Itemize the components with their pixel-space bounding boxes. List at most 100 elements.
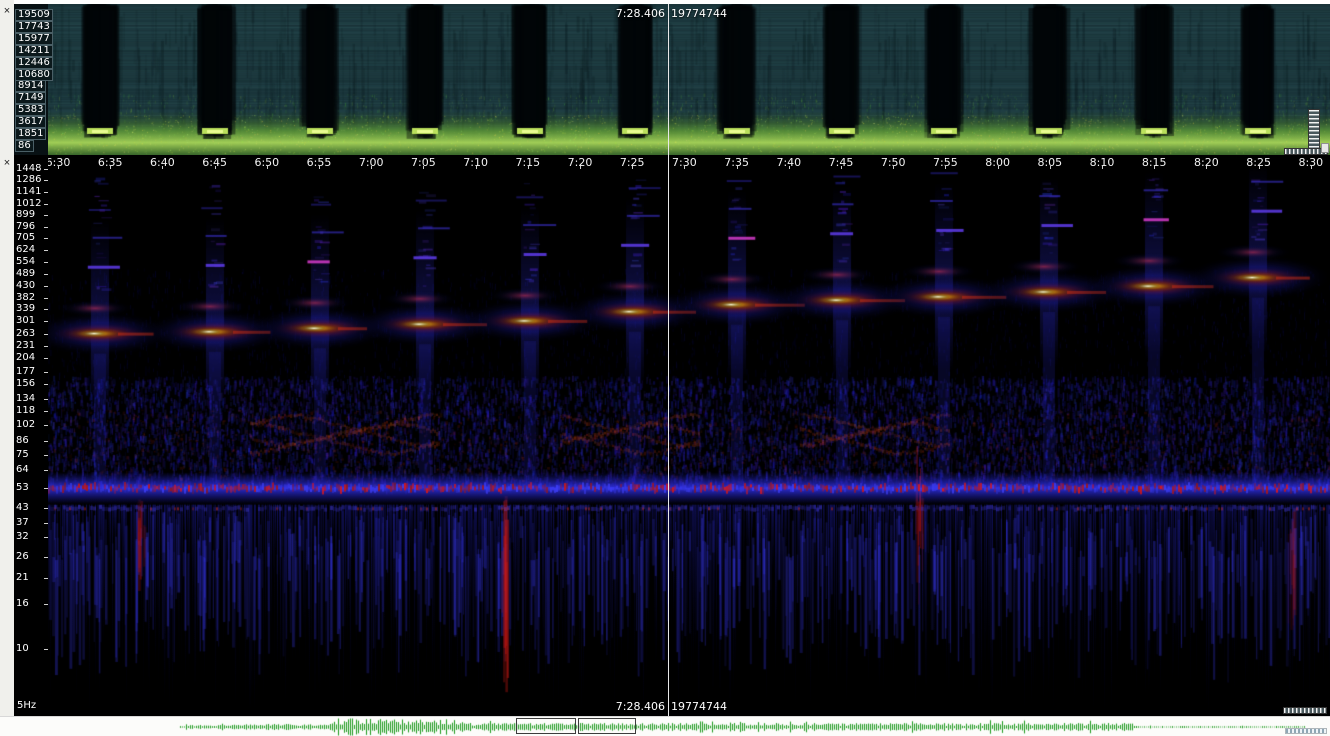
- frequency-tick-label: 705: [16, 233, 35, 243]
- frequency-scale-main: 1448128611411012899796705624554489430382…: [14, 155, 48, 716]
- time-tick: [632, 166, 633, 169]
- frequency-tick-label: 86: [15, 140, 34, 152]
- frequency-tick-label: 7149: [15, 92, 46, 104]
- time-tick: [162, 166, 163, 169]
- frequency-tick-label: 796: [16, 222, 35, 232]
- frequency-tick: [44, 523, 48, 524]
- frequency-tick-label: 26: [16, 552, 29, 562]
- frequency-tick-label: 156: [16, 379, 35, 389]
- overview-resize-grip[interactable]: [1285, 728, 1327, 734]
- frequency-tick: [44, 274, 48, 275]
- frequency-tick-label: 8914: [15, 80, 46, 92]
- time-tick: [998, 166, 999, 169]
- vertical-zoom-thumbwheel[interactable]: [1308, 109, 1320, 151]
- frequency-tick-label: 86: [16, 436, 29, 446]
- time-tick: [371, 166, 372, 169]
- time-tick: [423, 166, 424, 169]
- frequency-tick: [44, 455, 48, 456]
- frequency-tick: [44, 488, 48, 489]
- time-tick: [945, 166, 946, 169]
- frequency-tick-label: 1286: [16, 175, 41, 185]
- frequency-tick-label: 1851: [15, 128, 46, 140]
- spectrogram-pane-main: 6:306:356:406:456:506:557:007:057:107:15…: [14, 155, 1330, 716]
- pane-corner-button[interactable]: [1321, 143, 1329, 153]
- frequency-tick: [44, 238, 48, 239]
- frequency-tick-label: 554: [16, 257, 35, 267]
- frequency-tick: [44, 334, 48, 335]
- frequency-tick-label: 118: [16, 406, 35, 416]
- close-top-pane-button[interactable]: ×: [1, 5, 13, 17]
- playback-cursor-line-main: [668, 155, 669, 716]
- time-tick: [684, 166, 685, 169]
- time-tick: [58, 166, 59, 169]
- spectrogram-pane-top: 1950917743159771421112446106808914714953…: [14, 4, 1330, 155]
- overview-selection-box[interactable]: [578, 718, 636, 734]
- time-tick: [789, 166, 790, 169]
- time-tick: [893, 166, 894, 169]
- time-tick: [1311, 166, 1312, 169]
- frequency-tick: [44, 204, 48, 205]
- frequency-tick-label: 32: [16, 532, 29, 542]
- frequency-tick: [44, 399, 48, 400]
- frequency-tick: [44, 508, 48, 509]
- frequency-tick: [44, 441, 48, 442]
- frequency-tick: [44, 411, 48, 412]
- frequency-tick-label: 53: [16, 483, 29, 493]
- horizontal-zoom-thumbwheel-main[interactable]: [1283, 707, 1327, 714]
- frequency-tick-label: 19509: [15, 9, 53, 21]
- spectrogram-canvas-top[interactable]: [48, 4, 1330, 155]
- frequency-tick-label: 301: [16, 316, 35, 326]
- frequency-tick: [44, 192, 48, 193]
- time-tick: [215, 166, 216, 169]
- cursor-frame-label: 19774744: [671, 700, 727, 713]
- time-tick: [1259, 166, 1260, 169]
- frequency-tick-label: 16: [16, 599, 29, 609]
- frequency-tick-label: 75: [16, 450, 29, 460]
- time-tick: [267, 166, 268, 169]
- frequency-tick-label: 14211: [15, 45, 53, 57]
- frequency-tick: [44, 227, 48, 228]
- time-tick: [1206, 166, 1207, 169]
- frequency-tick: [44, 578, 48, 579]
- frequency-tick: [44, 649, 48, 650]
- cursor-time-label: 7:28.406: [616, 7, 665, 20]
- frequency-tick-label: 263: [16, 329, 35, 339]
- playback-cursor-line-top: [668, 4, 669, 155]
- frequency-tick: [44, 604, 48, 605]
- time-tick: [1154, 166, 1155, 169]
- overview-strip: [0, 716, 1330, 736]
- frequency-tick-label: 339: [16, 304, 35, 314]
- frequency-tick: [44, 286, 48, 287]
- time-tick: [580, 166, 581, 169]
- frequency-tick-label: 231: [16, 341, 35, 351]
- overview-selection-box[interactable]: [516, 718, 576, 734]
- pane-gutter: [0, 0, 14, 716]
- frequency-tick: [44, 537, 48, 538]
- frequency-tick: [44, 557, 48, 558]
- frequency-tick-label: 64: [16, 465, 29, 475]
- cursor-time-label: 7:28.406: [616, 700, 665, 713]
- frequency-tick-label: 12446: [15, 57, 53, 69]
- time-tick: [1050, 166, 1051, 169]
- spectrogram-canvas-main[interactable]: [48, 169, 1330, 716]
- app-window: × × 195091774315977142111244610680891471…: [0, 0, 1330, 736]
- freq-min-label: 5Hz: [17, 700, 36, 711]
- frequency-tick: [44, 470, 48, 471]
- overview-waveform-canvas[interactable]: [14, 717, 1330, 736]
- time-tick: [319, 166, 320, 169]
- frequency-tick: [44, 346, 48, 347]
- frequency-scale-top: 1950917743159771421112446106808914714953…: [14, 4, 48, 155]
- frequency-tick-label: 204: [16, 353, 35, 363]
- frequency-tick: [44, 180, 48, 181]
- frequency-tick-label: 177: [16, 367, 35, 377]
- frequency-tick-label: 1012: [16, 199, 41, 209]
- frequency-tick-label: 21: [16, 573, 29, 583]
- frequency-tick: [44, 215, 48, 216]
- frequency-tick-label: 5383: [15, 104, 46, 116]
- frequency-tick: [44, 372, 48, 373]
- time-tick: [737, 166, 738, 169]
- time-tick: [528, 166, 529, 169]
- time-tick: [476, 166, 477, 169]
- close-main-pane-button[interactable]: ×: [1, 157, 13, 169]
- time-tick: [841, 166, 842, 169]
